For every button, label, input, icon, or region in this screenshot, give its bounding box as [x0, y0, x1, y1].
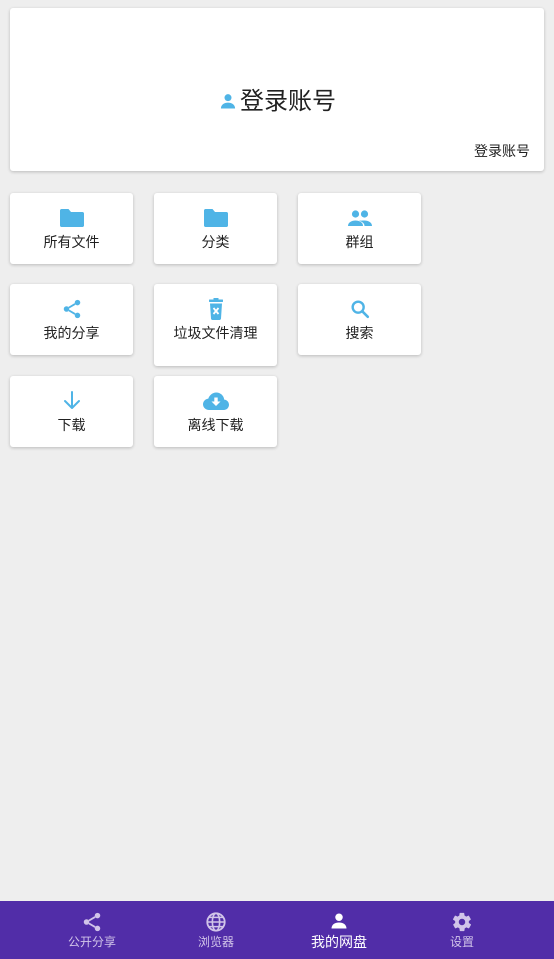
login-card[interactable]: 登录账号 登录账号	[10, 8, 544, 171]
tile-label: 所有文件	[43, 234, 100, 250]
nav-item-browser[interactable]: 浏览器	[147, 901, 285, 959]
tile-label: 群组	[345, 234, 374, 250]
globe-icon	[206, 912, 226, 932]
tile-groups[interactable]: 群组	[298, 193, 421, 264]
login-title[interactable]: 登录账号	[10, 81, 544, 116]
search-icon	[350, 300, 369, 319]
nav-label: 浏览器	[197, 935, 234, 949]
tile-my-shares[interactable]: 我的分享	[10, 284, 133, 355]
nav-item-settings[interactable]: 设置	[393, 901, 531, 959]
nav-item-public-share[interactable]: 公开分享	[23, 901, 161, 959]
tile-label: 分类	[201, 234, 230, 250]
tile-label: 搜索	[345, 325, 374, 341]
tile-search[interactable]: 搜索	[298, 284, 421, 355]
share-icon	[83, 912, 101, 932]
tile-category[interactable]: 分类	[154, 193, 277, 264]
folder-icon	[203, 209, 228, 227]
tile-label: 离线下载	[187, 417, 244, 433]
nav-label: 设置	[449, 935, 474, 949]
nav-label: 我的网盘	[311, 934, 367, 950]
nav-label: 公开分享	[67, 935, 116, 949]
share-icon	[63, 299, 80, 319]
group-icon	[347, 210, 372, 226]
tile-offline-download[interactable]: 离线下载	[154, 376, 277, 447]
tile-all-files[interactable]: 所有文件	[10, 193, 133, 264]
folder-icon	[59, 209, 84, 227]
gear-icon	[452, 912, 472, 932]
tile-label: 我的分享	[43, 325, 100, 341]
tile-junk-cleanup[interactable]: 垃圾文件清理	[154, 284, 277, 366]
login-link[interactable]: 登录账号	[474, 141, 530, 161]
cloud-download-icon	[202, 392, 229, 410]
trash-icon	[208, 298, 223, 320]
login-title-text: 登录账号	[240, 88, 336, 115]
person-icon	[220, 94, 236, 109]
nav-item-my-drive[interactable]: 我的网盘	[270, 901, 408, 959]
person-icon	[331, 913, 347, 929]
download-arrow-icon	[63, 391, 80, 409]
bottom-nav: 公开分享 浏览器 我的网盘 设置	[0, 901, 554, 959]
tile-download[interactable]: 下载	[10, 376, 133, 447]
tile-label: 垃圾文件清理	[173, 325, 258, 341]
tile-label: 下载	[57, 417, 86, 433]
